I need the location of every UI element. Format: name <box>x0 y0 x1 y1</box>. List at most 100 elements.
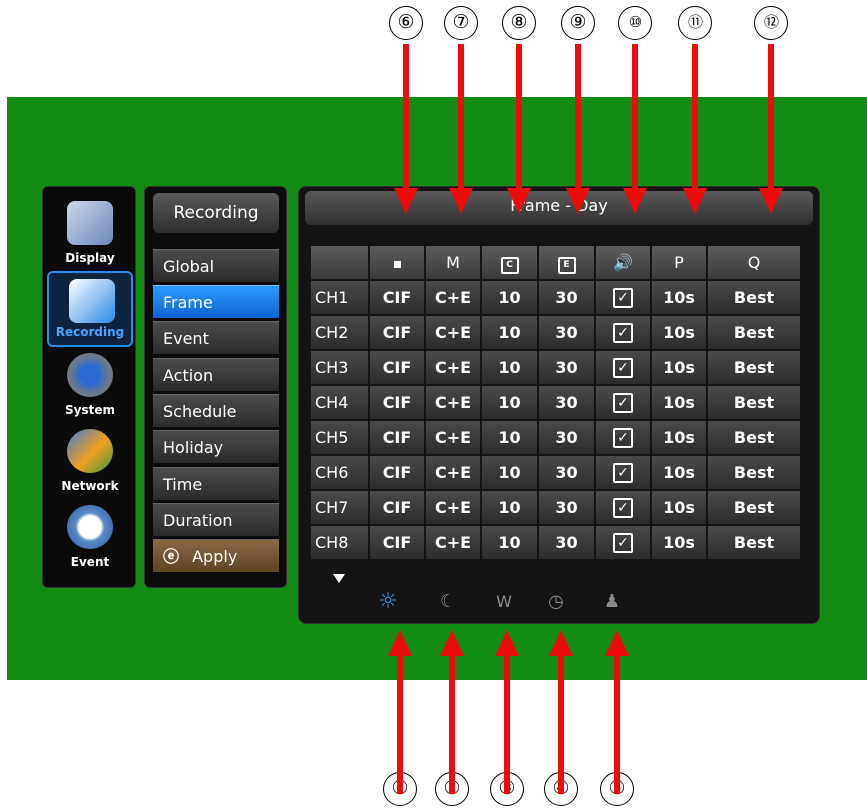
cell-mode[interactable]: C+E <box>426 316 480 349</box>
cell-prerecord[interactable]: 10s <box>652 421 706 454</box>
sidebar-item-system[interactable]: System <box>47 347 133 423</box>
cell-audio[interactable]: ✓ <box>596 491 650 524</box>
cell-audio[interactable]: ✓ <box>596 421 650 454</box>
cell-mode[interactable]: C+E <box>426 456 480 489</box>
cell-quality[interactable]: Best <box>708 281 800 314</box>
cell-prerecord[interactable]: 10s <box>652 386 706 419</box>
cell-mode[interactable]: C+E <box>426 421 480 454</box>
cell-resolution[interactable]: CIF <box>370 316 424 349</box>
sidebar-item-display[interactable]: Display <box>47 195 133 271</box>
cell-event-fps[interactable]: 30 <box>539 351 594 384</box>
table-row: CH3 CIF C+E 10 30 ✓ 10s Best <box>311 351 800 384</box>
cell-mode[interactable]: C+E <box>426 351 480 384</box>
cell-continuous-fps[interactable]: 10 <box>482 316 537 349</box>
clock-icon[interactable]: ◷ <box>543 589 569 615</box>
cell-audio[interactable]: ✓ <box>596 351 650 384</box>
audio-checkbox[interactable]: ✓ <box>613 393 633 413</box>
cell-prerecord[interactable]: 10s <box>652 316 706 349</box>
cell-event-fps[interactable]: 30 <box>539 386 594 419</box>
cell-channel[interactable]: CH6 <box>311 456 368 489</box>
sidebar-item-recording[interactable]: Recording <box>47 271 133 347</box>
apply-button[interactable]: ⓔ Apply <box>153 539 279 572</box>
sidebar-item-network[interactable]: Network <box>47 423 133 499</box>
menu-item-action[interactable]: Action <box>153 358 279 391</box>
audio-checkbox[interactable]: ✓ <box>613 323 633 343</box>
cell-event-fps[interactable]: 30 <box>539 456 594 489</box>
menu-item-event[interactable]: Event <box>153 321 279 354</box>
cell-continuous-fps[interactable]: 10 <box>482 421 537 454</box>
cell-channel[interactable]: CH3 <box>311 351 368 384</box>
cell-continuous-fps[interactable]: 10 <box>482 456 537 489</box>
cell-audio[interactable]: ✓ <box>596 526 650 559</box>
cell-continuous-fps[interactable]: 10 <box>482 281 537 314</box>
cell-quality[interactable]: Best <box>708 421 800 454</box>
cell-event-fps[interactable]: 30 <box>539 421 594 454</box>
cell-channel[interactable]: CH8 <box>311 526 368 559</box>
cell-mode[interactable]: C+E <box>426 281 480 314</box>
cell-quality[interactable]: Best <box>708 456 800 489</box>
menu-item-schedule[interactable]: Schedule <box>153 394 279 427</box>
sidebar-item-label: Recording <box>55 325 125 339</box>
cell-resolution[interactable]: CIF <box>370 526 424 559</box>
menu-item-time[interactable]: Time <box>153 467 279 500</box>
cell-quality[interactable]: Best <box>708 526 800 559</box>
cell-mode[interactable]: C+E <box>426 386 480 419</box>
audio-checkbox[interactable]: ✓ <box>613 533 633 553</box>
sidebar-item-event[interactable]: Event <box>47 499 133 575</box>
cell-audio[interactable]: ✓ <box>596 281 650 314</box>
person-icon[interactable]: ♟ <box>599 589 625 615</box>
cell-resolution[interactable]: CIF <box>370 421 424 454</box>
cell-event-fps[interactable]: 30 <box>539 526 594 559</box>
audio-checkbox[interactable]: ✓ <box>613 288 633 308</box>
cell-channel[interactable]: CH2 <box>311 316 368 349</box>
frame-panel: Frame - Day M C E 🔊 P Q CH1 CIF C+E 10 30 ✓ 10… <box>298 186 820 624</box>
cell-audio[interactable]: ✓ <box>596 456 650 489</box>
cell-prerecord[interactable]: 10s <box>652 351 706 384</box>
cell-event-fps[interactable]: 30 <box>539 316 594 349</box>
header-event: E <box>539 246 594 279</box>
cell-prerecord[interactable]: 10s <box>652 491 706 524</box>
sidebar-item-label: Display <box>65 251 115 265</box>
cell-resolution[interactable]: CIF <box>370 456 424 489</box>
cell-audio[interactable]: ✓ <box>596 386 650 419</box>
header-mode: M <box>426 246 480 279</box>
cell-prerecord[interactable]: 10s <box>652 526 706 559</box>
audio-checkbox[interactable]: ✓ <box>613 358 633 378</box>
cell-prerecord[interactable]: 10s <box>652 281 706 314</box>
sidebar-item-label: System <box>65 403 115 417</box>
cell-resolution[interactable]: CIF <box>370 351 424 384</box>
menu-item-frame[interactable]: Frame <box>153 285 279 318</box>
cell-channel[interactable]: CH4 <box>311 386 368 419</box>
cell-event-fps[interactable]: 30 <box>539 491 594 524</box>
weekend-icon[interactable]: W <box>491 589 517 615</box>
menu-item-duration[interactable]: Duration <box>153 503 279 536</box>
sun-icon[interactable]: ☼ <box>375 589 401 615</box>
cell-channel[interactable]: CH5 <box>311 421 368 454</box>
audio-checkbox[interactable]: ✓ <box>613 463 633 483</box>
scroll-down-arrow[interactable] <box>333 574 345 583</box>
cell-resolution[interactable]: CIF <box>370 281 424 314</box>
cell-audio[interactable]: ✓ <box>596 316 650 349</box>
cell-mode[interactable]: C+E <box>426 526 480 559</box>
cell-channel[interactable]: CH1 <box>311 281 368 314</box>
cell-resolution[interactable]: CIF <box>370 491 424 524</box>
cell-quality[interactable]: Best <box>708 316 800 349</box>
audio-checkbox[interactable]: ✓ <box>613 498 633 518</box>
cell-continuous-fps[interactable]: 10 <box>482 491 537 524</box>
cell-channel[interactable]: CH7 <box>311 491 368 524</box>
cell-quality[interactable]: Best <box>708 386 800 419</box>
cell-quality[interactable]: Best <box>708 491 800 524</box>
cell-quality[interactable]: Best <box>708 351 800 384</box>
cell-continuous-fps[interactable]: 10 <box>482 526 537 559</box>
sidebar-item-label: Event <box>70 555 110 569</box>
cell-prerecord[interactable]: 10s <box>652 456 706 489</box>
cell-continuous-fps[interactable]: 10 <box>482 351 537 384</box>
cell-mode[interactable]: C+E <box>426 491 480 524</box>
audio-checkbox[interactable]: ✓ <box>613 428 633 448</box>
cell-resolution[interactable]: CIF <box>370 386 424 419</box>
cell-event-fps[interactable]: 30 <box>539 281 594 314</box>
menu-item-global[interactable]: Global <box>153 249 279 282</box>
moon-icon[interactable]: ☾ <box>435 589 461 615</box>
menu-item-holiday[interactable]: Holiday <box>153 430 279 463</box>
cell-continuous-fps[interactable]: 10 <box>482 386 537 419</box>
